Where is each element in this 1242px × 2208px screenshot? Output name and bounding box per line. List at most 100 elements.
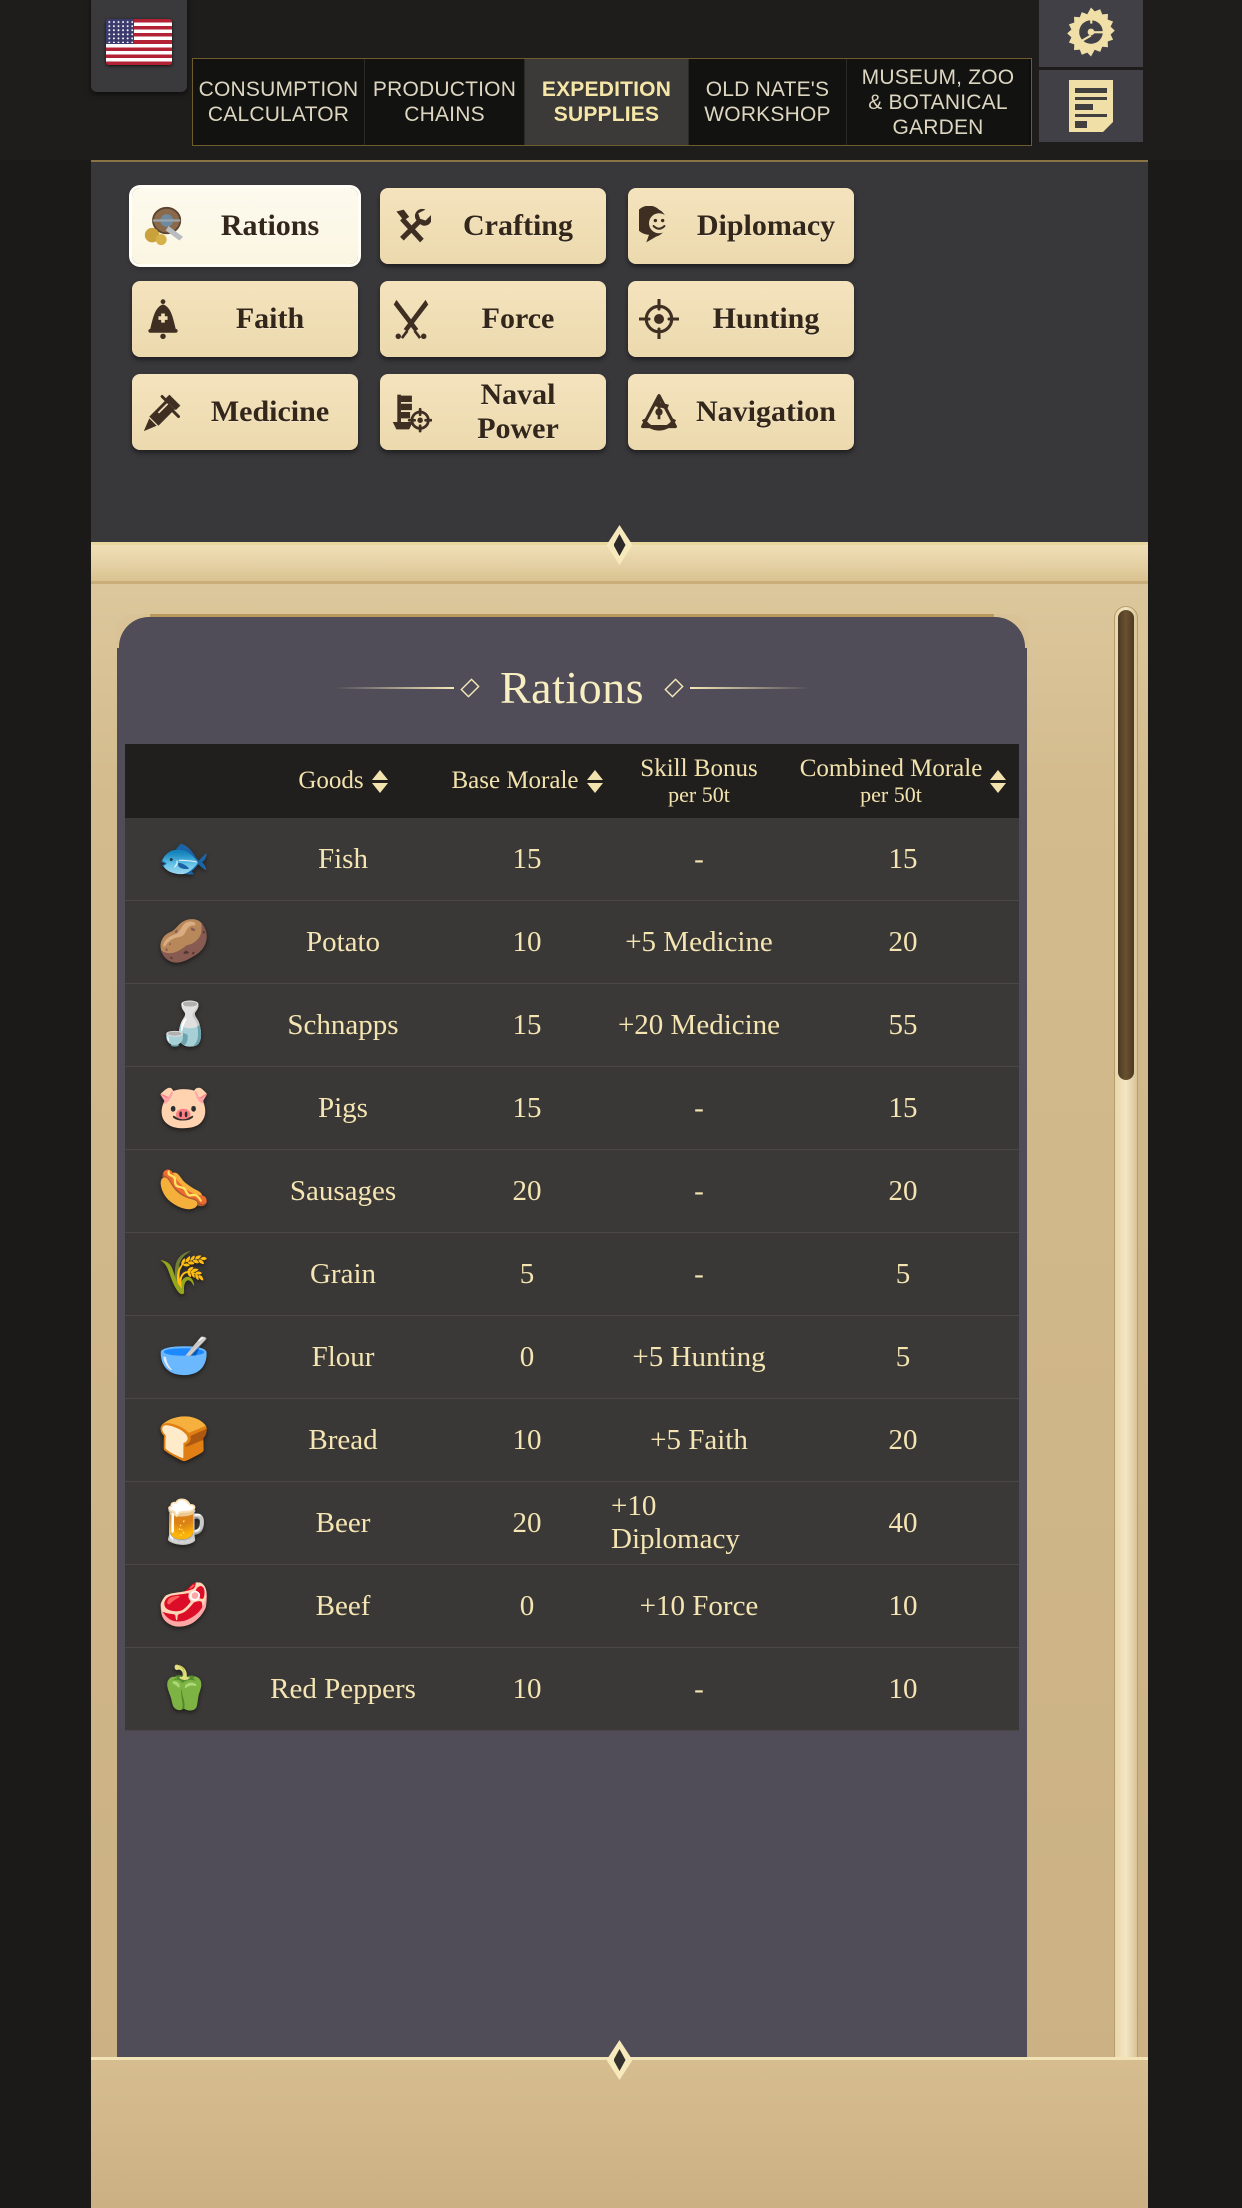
table-row[interactable]: 🐷 Pigs 15 - 15 bbox=[125, 1067, 1019, 1150]
cell-skill-bonus: - bbox=[694, 1672, 704, 1705]
cell-base-morale: 15 bbox=[512, 1091, 542, 1124]
table-row[interactable]: 🍶 Schnapps 15 +20 Medicine 55 bbox=[125, 984, 1019, 1067]
cell-combined-morale: 5 bbox=[895, 1257, 911, 1290]
tab-label-line1: MUSEUM, ZOO bbox=[861, 65, 1015, 89]
table-row[interactable]: 🌾 Grain 5 - 5 bbox=[125, 1233, 1019, 1316]
cell-goods: Beef bbox=[315, 1589, 371, 1622]
cell-combined-morale: 40 bbox=[888, 1506, 918, 1539]
language-flag-button[interactable] bbox=[91, 0, 187, 92]
sausage-icon: 🌭 bbox=[157, 1168, 211, 1214]
tab-label-line1: CONSUMPTION bbox=[198, 78, 359, 101]
sort-toggle-icon[interactable] bbox=[990, 769, 1007, 793]
cell-base-morale: 20 bbox=[512, 1506, 542, 1539]
table-row[interactable]: 🌭 Sausages 20 - 20 bbox=[125, 1150, 1019, 1233]
notes-document-icon bbox=[1069, 80, 1113, 132]
cell-goods: Schnapps bbox=[287, 1008, 399, 1041]
notes-button[interactable] bbox=[1039, 70, 1143, 142]
settings-button[interactable] bbox=[1039, 0, 1143, 67]
speech-smiley-icon bbox=[628, 206, 690, 246]
category-button-navigation[interactable]: Navigation bbox=[628, 374, 854, 450]
tab-label-line1: OLD NATE'S bbox=[705, 78, 830, 101]
cell-skill-bonus: +10 Force bbox=[639, 1589, 759, 1622]
cell-base-morale: 15 bbox=[512, 842, 542, 875]
cell-icon: 🐷 bbox=[125, 1067, 243, 1149]
flour-sack-icon: 🥣 bbox=[157, 1334, 211, 1380]
vertical-scrollbar-track[interactable] bbox=[1114, 606, 1138, 2076]
cell-skill-bonus: - bbox=[694, 1091, 704, 1124]
column-header-goods[interactable]: Goods bbox=[243, 744, 443, 818]
sort-toggle-icon[interactable] bbox=[371, 769, 388, 793]
tab-consumption-calculator[interactable]: CONSUMPTION CALCULATOR bbox=[193, 59, 365, 145]
beer-icon: 🍺 bbox=[157, 1500, 211, 1546]
schnapps-icon: 🍶 bbox=[157, 1002, 211, 1048]
cell-combined-morale: 20 bbox=[888, 1174, 918, 1207]
cell-skill-bonus: - bbox=[694, 1257, 704, 1290]
panel-corner-right bbox=[979, 614, 1028, 663]
table-row[interactable]: 🥣 Flour 0 +5 Hunting 5 bbox=[125, 1316, 1019, 1399]
tab-label-line1: EXPEDITION bbox=[541, 78, 672, 101]
table-header-row: Goods Base Morale Skill Bonus per 50t Co… bbox=[125, 744, 1019, 818]
table-row[interactable]: 🐟 Fish 15 - 15 bbox=[125, 818, 1019, 901]
cell-base-morale: 10 bbox=[512, 925, 542, 958]
tab-museum-zoo-botanical-garden[interactable]: MUSEUM, ZOO & BOTANICAL GARDEN bbox=[847, 59, 1029, 145]
column-header-icon bbox=[125, 744, 243, 818]
category-button-medicine[interactable]: Medicine bbox=[132, 374, 358, 450]
us-flag-icon bbox=[106, 19, 172, 65]
table-row[interactable]: 🍞 Bread 10 +5 Faith 20 bbox=[125, 1399, 1019, 1482]
column-header-base-morale[interactable]: Base Morale bbox=[443, 744, 611, 818]
supplies-table: Goods Base Morale Skill Bonus per 50t Co… bbox=[125, 744, 1019, 1731]
tab-label-line2: & BOTANICAL bbox=[868, 90, 1008, 114]
cell-skill-bonus: +20 Medicine bbox=[617, 1008, 781, 1041]
category-button-faith[interactable]: Faith bbox=[132, 281, 358, 357]
left-gutter bbox=[0, 0, 91, 2208]
beef-icon: 🥩 bbox=[157, 1583, 211, 1629]
grain-icon: 🌾 bbox=[157, 1251, 211, 1297]
category-button-rations[interactable]: Rations bbox=[132, 188, 358, 264]
cell-combined-morale: 15 bbox=[888, 1091, 918, 1124]
cell-combined-morale: 55 bbox=[888, 1008, 918, 1041]
tab-label-line2: CHAINS bbox=[404, 103, 485, 126]
cell-combined-morale: 10 bbox=[888, 1589, 918, 1622]
cell-goods: Bread bbox=[308, 1423, 378, 1456]
table-row[interactable]: 🥩 Beef 0 +10 Force 10 bbox=[125, 1565, 1019, 1648]
section-divider-bottom bbox=[91, 2040, 1148, 2208]
sort-toggle-icon[interactable] bbox=[586, 769, 603, 793]
tab-label-line1: PRODUCTION bbox=[372, 78, 517, 101]
table-row[interactable]: 🍺 Beer 20 +10 Diplomacy 40 bbox=[125, 1482, 1019, 1565]
tab-expedition-supplies[interactable]: EXPEDITION SUPPLIES bbox=[525, 59, 689, 145]
main-tab-strip: CONSUMPTION CALCULATOR PRODUCTION CHAINS… bbox=[192, 58, 1032, 146]
cell-skill-bonus: +5 Medicine bbox=[625, 925, 773, 958]
category-label: Crafting bbox=[463, 209, 573, 242]
tab-old-nates-workshop[interactable]: OLD NATE'S WORKSHOP bbox=[689, 59, 847, 145]
crosshair-icon bbox=[628, 299, 690, 339]
category-button-diplomacy[interactable]: Diplomacy bbox=[628, 188, 854, 264]
ship-target-icon bbox=[380, 391, 442, 433]
pig-icon: 🐷 bbox=[157, 1085, 211, 1131]
table-row[interactable]: 🥔 Potato 10 +5 Medicine 20 bbox=[125, 901, 1019, 984]
cell-goods: Grain bbox=[309, 1257, 377, 1290]
panel-title-bar: Rations bbox=[117, 661, 1027, 714]
top-bar: CONSUMPTION CALCULATOR PRODUCTION CHAINS… bbox=[0, 0, 1242, 160]
category-button-naval-power[interactable]: Naval Power bbox=[380, 374, 606, 450]
cell-combined-morale: 20 bbox=[888, 1423, 918, 1456]
category-button-force[interactable]: Force bbox=[380, 281, 606, 357]
right-gutter bbox=[1148, 0, 1242, 2208]
category-label: Naval Power bbox=[477, 378, 559, 445]
category-label: Hunting bbox=[712, 302, 820, 335]
cell-base-morale: 5 bbox=[519, 1257, 535, 1290]
category-label: Navigation bbox=[695, 395, 836, 428]
column-header-combined-morale[interactable]: Combined Morale per 50t bbox=[787, 744, 1019, 818]
category-button-crafting[interactable]: Crafting bbox=[380, 188, 606, 264]
cell-base-morale: 0 bbox=[519, 1589, 535, 1622]
table-row[interactable]: 🫑 Red Peppers 10 - 10 bbox=[125, 1648, 1019, 1731]
category-label: Diplomacy bbox=[696, 209, 836, 242]
cell-combined-morale: 15 bbox=[888, 842, 918, 875]
tab-production-chains[interactable]: PRODUCTION CHAINS bbox=[365, 59, 525, 145]
vertical-scrollbar-thumb[interactable] bbox=[1118, 610, 1134, 1080]
category-panel: Rations Crafting Diplomacy Faith Force H… bbox=[91, 160, 1148, 542]
crossed-swords-icon bbox=[380, 298, 442, 340]
cell-icon: 🌾 bbox=[125, 1233, 243, 1315]
cell-icon: 🥣 bbox=[125, 1316, 243, 1398]
column-label: Goods bbox=[298, 767, 364, 794]
category-button-hunting[interactable]: Hunting bbox=[628, 281, 854, 357]
